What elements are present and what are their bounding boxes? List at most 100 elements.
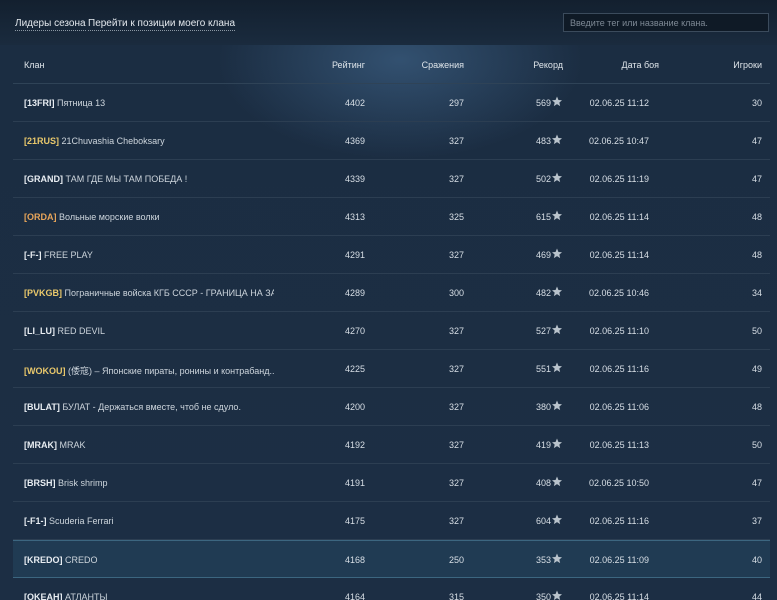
clan-cell[interactable]: [GRAND] ТАМ ГДЕ МЫ ТАМ ПОБЕДА !	[24, 174, 187, 184]
clan-cell[interactable]: [ORDA] Вольные морские волки	[24, 212, 160, 222]
star-icon	[552, 324, 562, 335]
table-row[interactable]: [MRAK] MRAK 4192 327 419 02.06.25 11:13 50	[13, 426, 770, 464]
clan-tag: [LI_LU]	[24, 326, 55, 336]
table-row[interactable]: [PVKGB] Пограничные войска КГБ СССР - ГР…	[13, 274, 770, 312]
clan-cell[interactable]: [-F1-] Scuderia Ferrari	[24, 516, 114, 526]
clan-name: Пятница 13	[57, 98, 106, 108]
clan-name: 21Chuvashia Cheboksary	[61, 136, 165, 146]
column-header-date[interactable]: Дата боя	[622, 60, 659, 70]
clan-cell[interactable]: [OKEAH] АТЛАНТЫ	[24, 592, 108, 600]
table-row[interactable]: [21RUS] 21Chuvashia Cheboksary 4369 327 483…	[13, 122, 770, 160]
players-cell: 47	[751, 136, 762, 146]
rating-cell: 4175	[344, 516, 365, 526]
column-header-rating[interactable]: Рейтинг	[332, 60, 365, 70]
clan-tag: [WOKOU]	[24, 366, 66, 376]
players-cell: 49	[751, 364, 762, 374]
record-cell: 408	[535, 478, 551, 488]
table-row[interactable]: [-F1-] Scuderia Ferrari 4175 327 604 02.06.2…	[13, 502, 770, 540]
clan-tag: [MRAK]	[24, 440, 57, 450]
star-icon	[552, 476, 562, 487]
clan-tag: [21RUS]	[24, 136, 60, 146]
rating-cell: 4192	[344, 440, 365, 450]
table-row[interactable]: [BRSH] Brisk shrimp 4191 327 408 02.06.25 10…	[13, 464, 770, 502]
battles-cell: 327	[448, 516, 464, 526]
battles-cell: 327	[448, 136, 464, 146]
record-cell: 419	[535, 440, 551, 450]
clan-name: ТАМ ГДЕ МЫ ТАМ ПОБЕДА !	[65, 174, 188, 184]
clan-name: FREE PLAY	[44, 250, 93, 260]
table-row[interactable]: [-F-] FREE PLAY 4291 327 469 02.06.25 11:14 4…	[13, 236, 770, 274]
clan-cell[interactable]: [PVKGB] Пограничные войска КГБ СССР - ГР…	[24, 288, 274, 298]
clan-name: CREDO	[65, 555, 98, 565]
clan-cell[interactable]: [21RUS] 21Chuvashia Cheboksary	[24, 136, 165, 146]
players-cell: 40	[751, 555, 762, 565]
column-header-battles[interactable]: Сражения	[422, 60, 464, 70]
clan-cell[interactable]: [KREDO] CREDO	[24, 555, 98, 565]
column-header-players[interactable]: Игроки	[733, 60, 762, 70]
clan-cell[interactable]: [-F-] FREE PLAY	[24, 250, 93, 260]
tab-season-leaders[interactable]: Лидеры сезона	[15, 17, 86, 31]
star-icon	[552, 134, 562, 145]
star-icon	[552, 172, 562, 183]
table-row[interactable]: [LI_LU] RED DEVIL 4270 327 527 02.06.25 11:1…	[13, 312, 770, 350]
clan-cell[interactable]: [BRSH] Brisk shrimp	[24, 478, 108, 488]
rating-cell: 4369	[344, 136, 365, 146]
clan-name: RED DEVIL	[57, 326, 106, 336]
battles-cell: 327	[448, 326, 464, 336]
star-icon	[552, 286, 562, 297]
clan-search-input[interactable]	[563, 13, 769, 32]
players-cell: 37	[751, 516, 762, 526]
battle-date-cell: 02.06.25 11:16	[589, 364, 649, 374]
table-row[interactable]: [GRAND] ТАМ ГДЕ МЫ ТАМ ПОБЕДА ! 4339 327 50…	[13, 160, 770, 198]
rating-cell: 4270	[344, 326, 365, 336]
record-cell: 469	[535, 250, 551, 260]
players-cell: 44	[751, 592, 762, 600]
clan-name: АТЛАНТЫ	[65, 592, 108, 600]
star-icon	[552, 210, 562, 221]
column-header-clan[interactable]: Клан	[24, 60, 44, 70]
rating-cell: 4200	[344, 402, 365, 412]
table-row[interactable]: [OKEAH] АТЛАНТЫ 4164 315 350 02.06.25 11:14 4…	[13, 578, 770, 600]
record-cell: 482	[535, 288, 551, 298]
battle-date-cell: 02.06.25 11:14	[589, 592, 649, 600]
table-row[interactable]: [13FRI] Пятница 13 4402 297 569 02.06.25 11:…	[13, 84, 770, 122]
table-row[interactable]: [WOKOU] (倭寇) – Японские пираты, ронины и…	[13, 350, 770, 388]
star-icon	[552, 438, 562, 449]
rating-cell: 4291	[344, 250, 365, 260]
battles-cell: 315	[448, 592, 464, 600]
record-cell: 615	[535, 212, 551, 222]
column-header-record[interactable]: Рекорд	[533, 60, 563, 70]
rating-cell: 4191	[344, 478, 365, 488]
players-cell: 47	[751, 478, 762, 488]
table-row[interactable]: [BULAT] БУЛАТ - Держаться вместе, чтоб н…	[13, 388, 770, 426]
battle-date-cell: 02.06.25 10:46	[588, 288, 649, 298]
record-cell: 483	[535, 136, 551, 146]
battles-cell: 327	[448, 174, 464, 184]
battles-cell: 325	[448, 212, 464, 222]
star-icon	[552, 248, 562, 259]
battle-date-cell: 02.06.25 11:09	[589, 555, 649, 565]
record-cell: 380	[535, 402, 551, 412]
rating-cell: 4313	[344, 212, 365, 222]
rating-cell: 4402	[344, 98, 365, 108]
clan-tag: [BULAT]	[24, 402, 60, 412]
clan-cell[interactable]: [WOKOU] (倭寇) – Японские пираты, ронины и…	[24, 364, 274, 377]
table-row[interactable]: [KREDO] CREDO 4168 250 353 02.06.25 11:09 40	[13, 540, 770, 578]
clan-name: Пограничные войска КГБ СССР - ГРАНИЦА НА…	[64, 288, 274, 298]
clan-tag: [KREDO]	[24, 555, 63, 565]
battles-cell: 327	[448, 402, 464, 412]
clan-cell[interactable]: [LI_LU] RED DEVIL	[24, 326, 105, 336]
clan-cell[interactable]: [MRAK] MRAK	[24, 440, 86, 450]
rating-cell: 4164	[344, 592, 365, 600]
record-cell: 350	[535, 592, 551, 600]
battles-cell: 297	[448, 98, 464, 108]
tab-goto-my-clan[interactable]: Перейти к позиции моего клана	[88, 17, 236, 31]
battle-date-cell: 02.06.25 11:06	[589, 402, 649, 412]
record-cell: 353	[535, 555, 551, 565]
clan-tag: [ORDA]	[24, 212, 57, 222]
table-row[interactable]: [ORDA] Вольные морские волки 4313 325 615 02…	[13, 198, 770, 236]
clan-cell[interactable]: [13FRI] Пятница 13	[24, 98, 105, 108]
record-cell: 551	[535, 364, 551, 374]
record-cell: 604	[535, 516, 551, 526]
clan-cell[interactable]: [BULAT] БУЛАТ - Держаться вместе, чтоб н…	[24, 402, 241, 412]
